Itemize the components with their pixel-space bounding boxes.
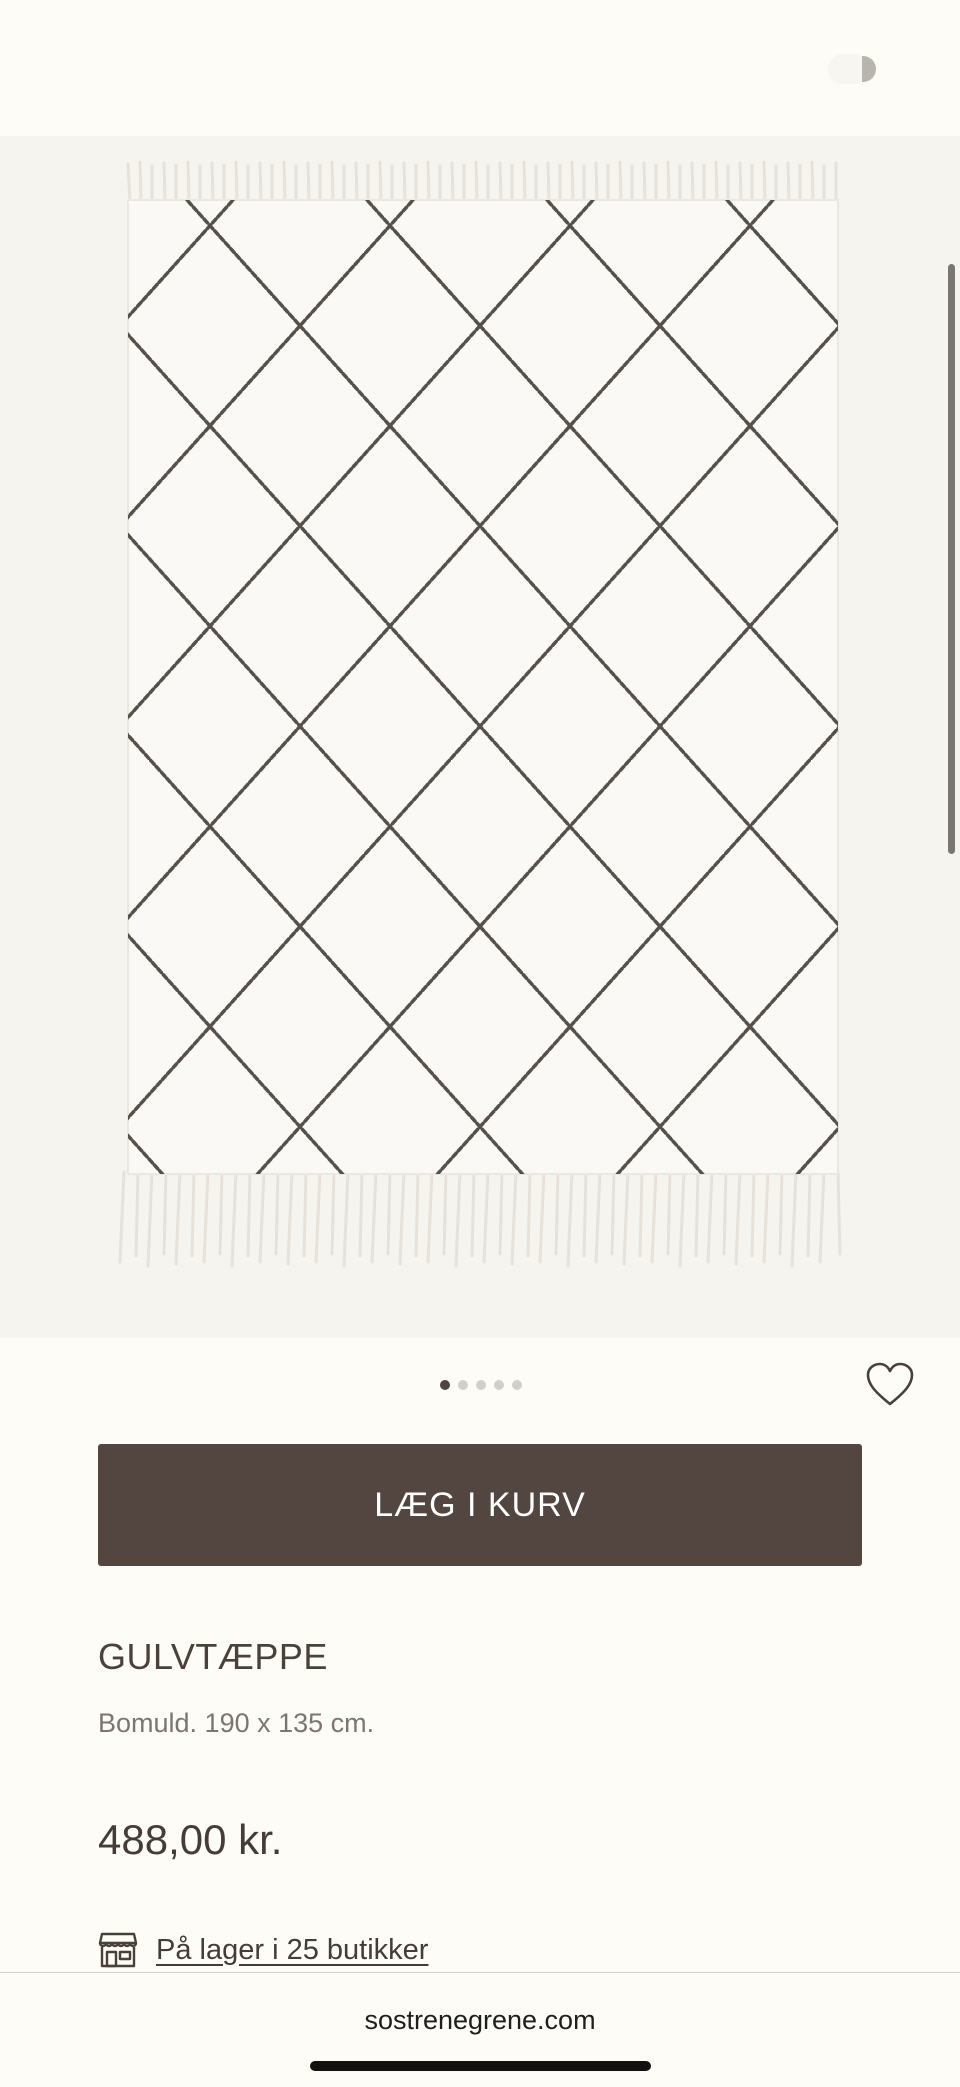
rug-image (118, 160, 842, 1268)
product-description: Bomuld. 190 x 135 cm. (98, 1708, 375, 1738)
product-title: GULVTÆPPE (98, 1636, 328, 1677)
carousel-dot[interactable] (476, 1380, 486, 1390)
header-control[interactable] (820, 52, 876, 86)
heart-icon (866, 1362, 914, 1406)
url-text[interactable]: sostrenegrene.com (0, 2005, 960, 2036)
store-stock[interactable]: På lager i 25 butikker (98, 1930, 428, 1970)
home-indicator[interactable] (310, 2061, 651, 2071)
carousel-dot[interactable] (440, 1380, 450, 1390)
add-to-cart-button[interactable]: LÆG I KURV (98, 1444, 862, 1566)
scrollbar[interactable] (948, 264, 955, 854)
favorite-button[interactable] (865, 1362, 915, 1408)
stock-link[interactable]: På lager i 25 butikker (156, 1934, 428, 1967)
carousel-dots[interactable] (440, 1380, 522, 1390)
carousel-dot[interactable] (512, 1380, 522, 1390)
add-to-cart-label: LÆG I KURV (374, 1485, 586, 1524)
product-price: 488,00 kr. (98, 1816, 283, 1863)
site-header (0, 0, 960, 136)
store-icon (98, 1932, 138, 1968)
carousel-dot[interactable] (458, 1380, 468, 1390)
product-image[interactable] (0, 136, 960, 1338)
browser-bar: sostrenegrene.com (0, 1972, 960, 2087)
carousel-dot[interactable] (494, 1380, 504, 1390)
header-control-edge (862, 56, 876, 82)
